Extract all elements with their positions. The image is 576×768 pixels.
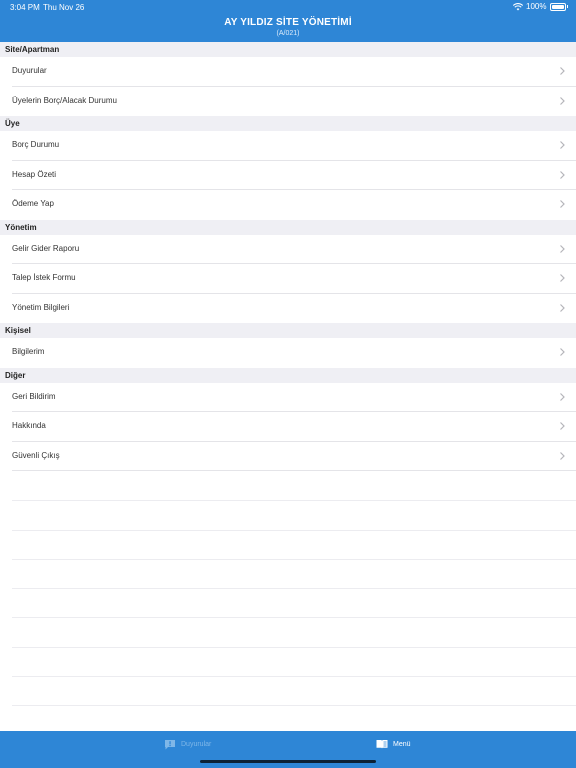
menu-item-label: Hesap Özeti bbox=[12, 169, 57, 179]
status-bar: 3:04 PM Thu Nov 26 100% bbox=[0, 0, 576, 14]
menu-item-label: Bilgilerim bbox=[12, 347, 45, 356]
menu-item-label: Hakkında bbox=[12, 421, 46, 430]
menu-item-label: Üyelerin Borç/Alacak Durumu bbox=[12, 95, 117, 105]
status-right: 100% bbox=[513, 2, 568, 11]
announcement-icon bbox=[165, 740, 175, 750]
section-yonetim: Yönetim bbox=[0, 219, 576, 235]
menu-item-duyurular[interactable]: Duyurular bbox=[12, 57, 576, 87]
battery-percent: 100% bbox=[526, 2, 547, 11]
menu-item-label: Yönetim Bilgileri bbox=[12, 302, 70, 312]
separator-line bbox=[12, 501, 576, 531]
page-title: AY YILDIZ SİTE YÖNETİMİ bbox=[224, 17, 352, 28]
menu-item-yonetim-bilgileri[interactable]: Yönetim Bilgileri bbox=[12, 294, 576, 324]
menu-item-gelir-gider-raporu[interactable]: Gelir Gider Raporu bbox=[12, 235, 576, 264]
menu-item-label: Ödeme Yap bbox=[12, 199, 54, 208]
menu-list: Site/Apartman Duyurular Üyelerin Borç/Al… bbox=[0, 42, 576, 471]
chevron-right-icon bbox=[560, 303, 565, 312]
separator-line bbox=[12, 589, 576, 619]
chevron-right-icon bbox=[560, 170, 565, 179]
section-diger: Diğer bbox=[0, 367, 576, 383]
chevron-right-icon bbox=[560, 96, 565, 105]
status-date: Thu Nov 26 bbox=[43, 3, 85, 12]
menu-item-borc-durumu[interactable]: Borç Durumu bbox=[12, 131, 576, 161]
separator-line bbox=[12, 648, 576, 678]
chevron-right-icon bbox=[560, 141, 565, 149]
menu-item-label: Borç Durumu bbox=[12, 140, 60, 149]
chevron-right-icon bbox=[560, 392, 565, 401]
page-subtitle: (A/021) bbox=[276, 30, 300, 37]
tab-menu[interactable]: Menü bbox=[376, 739, 411, 749]
separator-line bbox=[12, 472, 576, 502]
menu-item-odeme-yap[interactable]: Ödeme Yap bbox=[12, 190, 576, 220]
menu-item-label: Güvenli Çıkış bbox=[12, 450, 60, 460]
menu-item-bilgilerim[interactable]: Bilgilerim bbox=[12, 338, 576, 368]
wifi-icon bbox=[513, 2, 524, 10]
chevron-right-icon bbox=[560, 244, 565, 253]
separator-line bbox=[12, 560, 576, 590]
separator-line bbox=[12, 618, 576, 648]
section-site-apartman: Site/Apartman bbox=[0, 42, 576, 57]
tab-duyurular[interactable]: Duyurular bbox=[164, 739, 211, 750]
section-uye: Üye bbox=[0, 116, 576, 131]
chevron-right-icon bbox=[560, 67, 565, 75]
menu-item-label: Gelir Gider Raporu bbox=[12, 243, 80, 253]
status-time: 3:04 PM bbox=[10, 3, 40, 12]
tab-label: Duyurular bbox=[181, 741, 212, 748]
chevron-right-icon bbox=[560, 348, 565, 356]
section-kisisel: Kişisel bbox=[0, 323, 576, 338]
menu-item-label: Talep İstek Formu bbox=[12, 273, 76, 282]
battery-tip bbox=[566, 5, 568, 8]
separator-line bbox=[12, 531, 576, 560]
menu-item-hakkinda[interactable]: Hakkında bbox=[12, 412, 576, 442]
menu-item-guvenli-cikis[interactable]: Güvenli Çıkış bbox=[12, 442, 576, 471]
menu-item-talep-istek-formu[interactable]: Talep İstek Formu bbox=[12, 264, 576, 294]
battery-icon bbox=[549, 2, 566, 11]
chevron-right-icon bbox=[560, 274, 565, 282]
menu-item-label: Duyurular bbox=[12, 66, 47, 75]
menu-item-hesap-ozeti[interactable]: Hesap Özeti bbox=[12, 161, 576, 190]
empty-table-separators bbox=[12, 472, 576, 707]
menu-item-geri-bildirim[interactable]: Geri Bildirim bbox=[12, 383, 576, 412]
menu-item-label: Geri Bildirim bbox=[12, 391, 56, 401]
menu-item-uyelerin-borc-alacak[interactable]: Üyelerin Borç/Alacak Durumu bbox=[12, 87, 576, 117]
chevron-right-icon bbox=[560, 451, 565, 460]
home-indicator bbox=[200, 760, 376, 763]
chevron-right-icon bbox=[560, 422, 565, 430]
header-bar: 3:04 PM Thu Nov 26 100% AY YILDIZ SİTE Y… bbox=[0, 0, 576, 42]
tab-label: Menü bbox=[393, 740, 411, 748]
separator-line bbox=[12, 677, 576, 707]
book-icon bbox=[376, 740, 388, 749]
chevron-right-icon bbox=[560, 200, 565, 208]
